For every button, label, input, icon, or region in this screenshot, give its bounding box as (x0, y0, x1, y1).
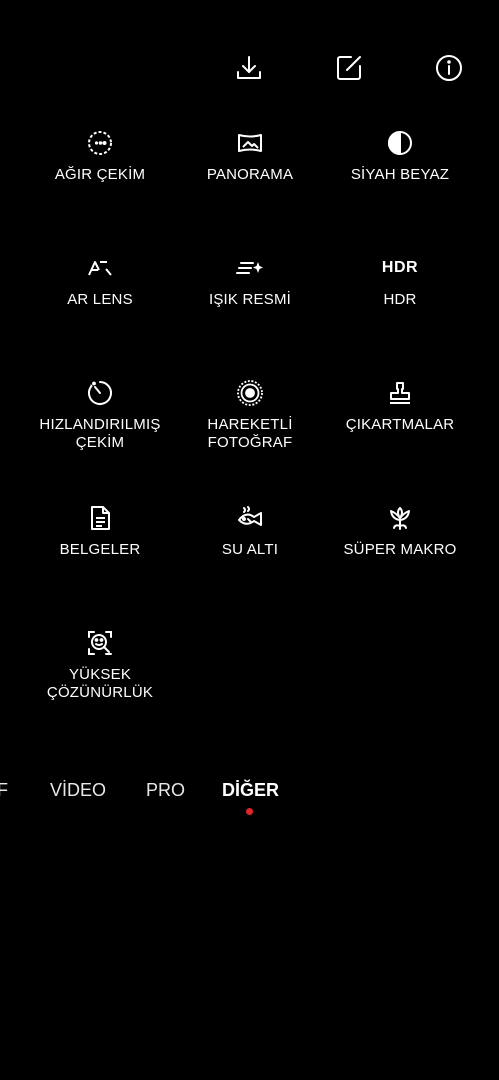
mode-label: SÜPER MAKRO (343, 541, 457, 558)
mode-tabs: F VİDEO PRO DİĞER (0, 776, 499, 826)
mode-label: ÇIKARTMALAR (345, 416, 455, 433)
edit-icon[interactable] (331, 50, 367, 86)
time-lapse-icon (85, 378, 115, 408)
mode-hdr[interactable]: HDR HDR (325, 253, 475, 309)
mode-label: SU ALTI (221, 541, 279, 558)
info-icon[interactable] (431, 50, 467, 86)
active-tab-indicator (246, 808, 253, 815)
moving-picture-icon (235, 378, 265, 408)
mode-label: AR LENS (67, 291, 133, 308)
hdr-glyph: HDR (381, 259, 419, 276)
tab-video[interactable]: VİDEO (50, 776, 106, 804)
mode-underwater[interactable]: SU ALTI (175, 503, 325, 559)
mode-label: IŞIK RESMİ (208, 291, 292, 308)
slow-motion-icon (85, 128, 115, 158)
mode-documents[interactable]: BELGELER (25, 503, 175, 559)
mode-label: BELGELER (59, 541, 141, 558)
top-bar (0, 0, 499, 130)
ar-lens-icon (85, 253, 115, 283)
mode-label: HAREKETLİ FOTOĞRAF (207, 416, 293, 451)
mode-black-white[interactable]: SİYAH BEYAZ (325, 128, 475, 184)
mode-stickers[interactable]: ÇIKARTMALAR (325, 378, 475, 434)
hdr-icon: HDR (381, 253, 419, 283)
mode-label: HDR (383, 291, 417, 308)
tab-more[interactable]: DİĞER (222, 776, 279, 804)
panorama-icon (235, 128, 265, 158)
black-white-icon (385, 128, 415, 158)
mode-light-painting[interactable]: IŞIK RESMİ (175, 253, 325, 309)
documents-icon (85, 503, 115, 533)
tab-partial[interactable]: F (0, 776, 8, 804)
download-icon[interactable] (231, 50, 267, 86)
mode-panorama[interactable]: PANORAMA (175, 128, 325, 184)
mode-label: YÜKSEK ÇÖZÜNÜRLÜK (46, 666, 154, 701)
super-macro-icon (385, 503, 415, 533)
mode-high-resolution[interactable]: YÜKSEK ÇÖZÜNÜRLÜK (25, 628, 175, 702)
mode-label: PANORAMA (206, 166, 294, 183)
mode-label: AĞIR ÇEKİM (54, 166, 146, 183)
stickers-icon (385, 378, 415, 408)
underwater-icon (235, 503, 265, 533)
mode-slow-motion[interactable]: AĞIR ÇEKİM (25, 128, 175, 184)
tab-pro[interactable]: PRO (146, 776, 185, 804)
mode-moving-picture[interactable]: HAREKETLİ FOTOĞRAF (175, 378, 325, 452)
mode-super-macro[interactable]: SÜPER MAKRO (325, 503, 475, 559)
high-resolution-icon (85, 628, 115, 658)
mode-label: HIZLANDIRILMIŞ ÇEKİM (39, 416, 161, 451)
mode-label: SİYAH BEYAZ (350, 166, 450, 183)
mode-time-lapse[interactable]: HIZLANDIRILMIŞ ÇEKİM (25, 378, 175, 452)
mode-ar-lens[interactable]: AR LENS (25, 253, 175, 309)
light-painting-icon (235, 253, 265, 283)
